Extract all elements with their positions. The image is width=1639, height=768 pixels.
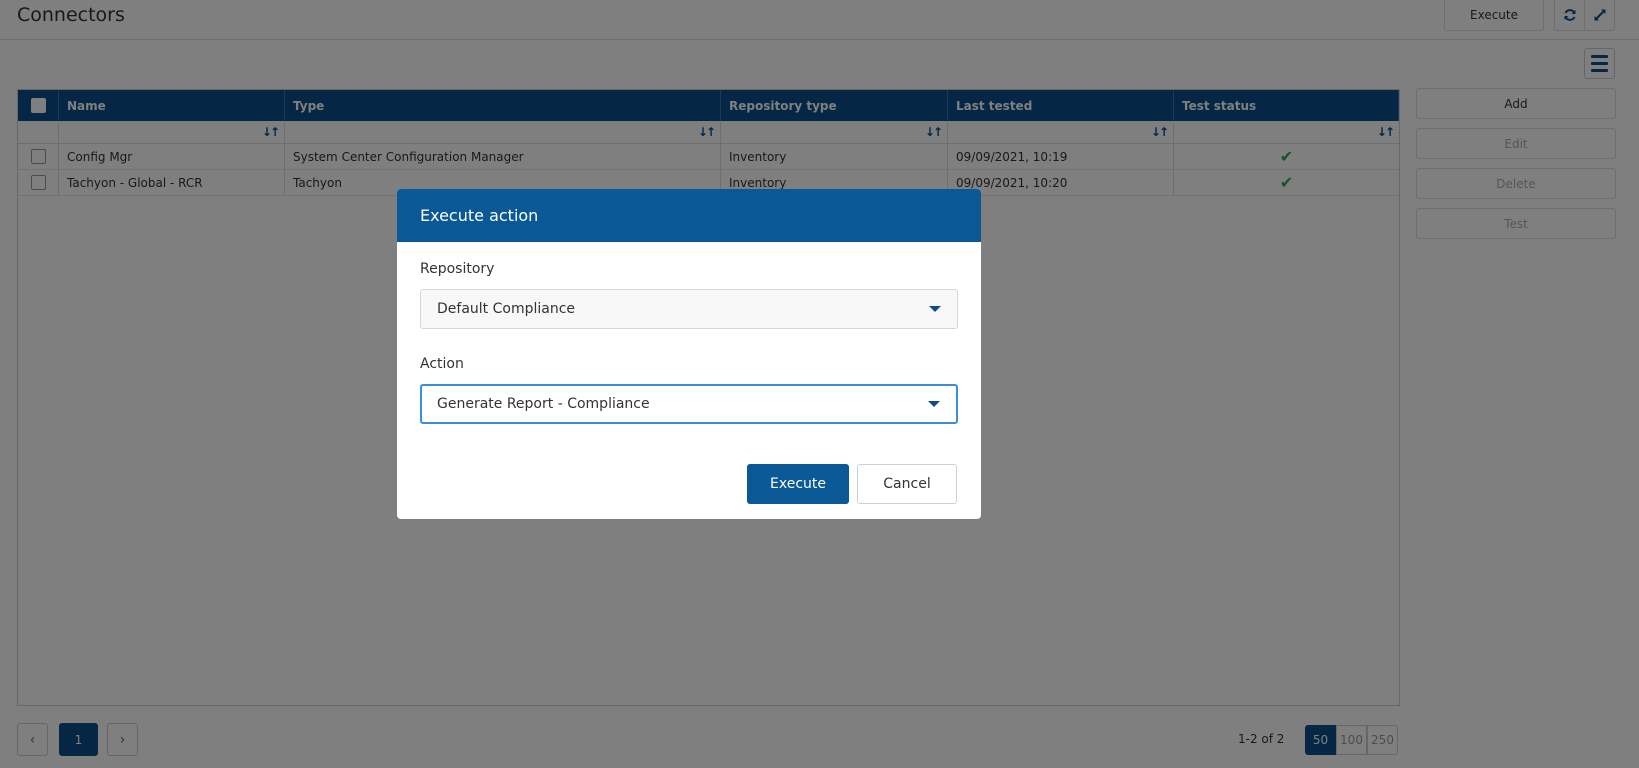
execute-button[interactable]: Execute <box>747 464 849 504</box>
chevron-down-icon <box>929 306 941 312</box>
execute-action-dialog: Execute action Repository Default Compli… <box>397 189 981 519</box>
chevron-down-icon <box>928 401 940 407</box>
repository-label: Repository <box>420 261 495 277</box>
cancel-button[interactable]: Cancel <box>857 464 957 504</box>
dialog-title: Execute action <box>397 189 981 242</box>
action-label: Action <box>420 356 464 372</box>
action-select-value: Generate Report - Compliance <box>437 396 650 412</box>
repository-select[interactable]: Default Compliance <box>420 289 958 329</box>
action-select[interactable]: Generate Report - Compliance <box>420 384 958 424</box>
repository-select-value: Default Compliance <box>437 301 576 317</box>
